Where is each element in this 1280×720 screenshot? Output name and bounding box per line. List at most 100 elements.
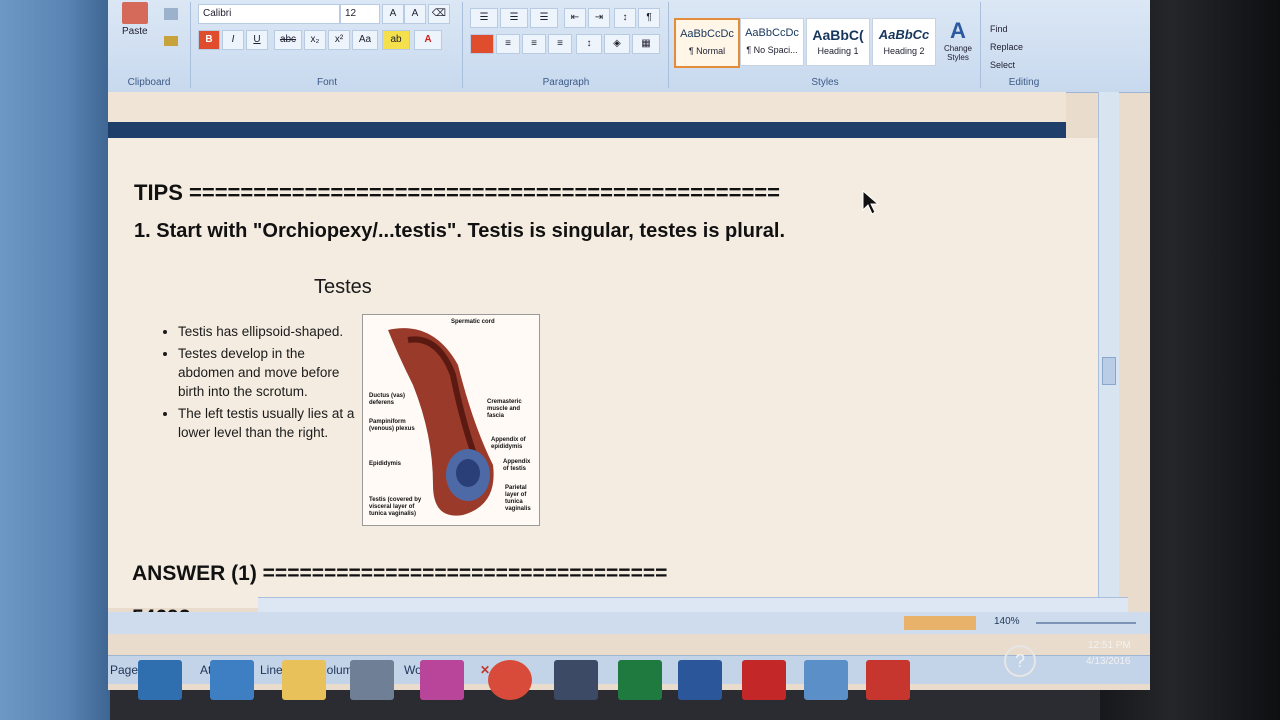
paragraph-group-label: Paragraph	[542, 77, 590, 88]
answer-heading: ANSWER (1) =============================…	[132, 562, 668, 585]
chrome-icon[interactable]	[488, 660, 532, 700]
show-marks-button[interactable]: ¶	[638, 8, 660, 28]
paragraph-group: ☰ ☰ ☰ ⇤ ⇥ ↕ ¶ ≡ ≡ ≡ ↕ ◈ ▦ Paragraph	[464, 2, 669, 88]
horizontal-scrollbar[interactable]	[258, 597, 1128, 612]
styles-group: AaBbCcDc ¶ Normal AaBbCcDc ¶ No Spaci...…	[670, 2, 981, 88]
style-heading-1[interactable]: AaBbC( Heading 1	[806, 18, 870, 66]
font-color-button[interactable]: A	[414, 30, 442, 50]
rocket-icon[interactable]	[210, 660, 254, 700]
sort-button[interactable]: ↕	[614, 8, 636, 28]
increase-indent-button[interactable]: ⇥	[588, 8, 610, 28]
word-window: Paste Clipboard Calibri 12 A A ⌫ B I U a…	[108, 0, 1150, 690]
decrease-indent-button[interactable]: ⇤	[564, 8, 586, 28]
audio-editor-icon[interactable]	[742, 660, 786, 700]
superscript-button[interactable]: x²	[328, 30, 350, 50]
editing-group-label: Editing	[1008, 77, 1040, 88]
zoom-slider[interactable]	[1036, 622, 1136, 624]
bold-button[interactable]: B	[198, 30, 220, 50]
help-icon[interactable]: ?	[1004, 645, 1036, 677]
slide-title: Testes	[314, 276, 372, 298]
tray-date[interactable]: 4/13/2016	[1086, 656, 1131, 667]
style-normal-preview: AaBbCcDc	[680, 28, 734, 40]
label-appendix-testis: Appendix of testis	[503, 459, 531, 472]
label-ductus: Ductus (vas) deferens	[369, 393, 406, 406]
clipboard-group-label: Clipboard	[127, 77, 171, 88]
line-spacing-button[interactable]: ↕	[576, 34, 602, 54]
clipboard-group: Paste Clipboard	[108, 2, 191, 88]
font-size-select[interactable]: 12	[340, 4, 380, 24]
calculator-icon[interactable]	[350, 660, 394, 700]
italic-button[interactable]: I	[222, 30, 244, 50]
network-icon[interactable]	[804, 660, 848, 700]
mouse-cursor-icon	[862, 190, 880, 215]
list-item: Testes develop in the abdomen and move b…	[178, 344, 358, 401]
multilevel-list-button[interactable]: ☰	[530, 8, 558, 28]
style-no-spacing[interactable]: AaBbCcDc ¶ No Spaci...	[740, 18, 804, 66]
view-bar: 140%	[108, 612, 1150, 634]
format-painter-icon[interactable]	[164, 36, 178, 46]
style-heading-2-preview: AaBbCc	[878, 27, 930, 42]
bullets-button[interactable]: ☰	[470, 8, 498, 28]
internet-explorer-icon[interactable]	[138, 660, 182, 700]
replace-button[interactable]: Replace	[990, 42, 1023, 52]
style-normal-name: ¶ Normal	[688, 46, 726, 56]
scrollbar-thumb[interactable]	[1102, 357, 1116, 385]
paste-button[interactable]: Paste	[122, 26, 148, 37]
subscript-button[interactable]: x₂	[304, 30, 326, 50]
change-styles-icon: A	[950, 18, 966, 43]
underline-button[interactable]: U	[246, 30, 268, 50]
font-group: Calibri 12 A A ⌫ B I U abc x₂ x² Aa ab A…	[192, 2, 463, 88]
vertical-scrollbar[interactable]	[1098, 92, 1119, 612]
editing-group: Find Replace Select Editing	[982, 2, 1066, 88]
font-name-select[interactable]: Calibri	[198, 4, 340, 24]
copy-icon[interactable]	[164, 8, 178, 20]
acrobat-icon[interactable]	[866, 660, 910, 700]
font-group-label: Font	[316, 77, 337, 88]
ribbon: Paste Clipboard Calibri 12 A A ⌫ B I U a…	[108, 0, 1150, 93]
media-icon[interactable]	[554, 660, 598, 700]
change-styles-button[interactable]: A Change Styles	[940, 18, 976, 62]
monitor-bezel-left	[0, 0, 110, 720]
paste-icon[interactable]	[122, 2, 148, 24]
list-item: The left testis usually lies at a lower …	[178, 404, 358, 442]
word-icon[interactable]	[678, 660, 722, 700]
tips-heading: TIPS ===================================…	[134, 180, 781, 205]
label-epididymis: Epididymis	[369, 461, 402, 467]
clear-format-button[interactable]: ⌫	[428, 4, 450, 24]
align-right-button[interactable]: ≡	[522, 34, 546, 54]
testis-anatomy-figure[interactable]: Spermatic cord Ductus (vas) deferens Pam…	[362, 314, 540, 526]
slide-bullets: Testis has ellipsoid-shaped. Testes deve…	[164, 322, 358, 445]
strikethrough-button[interactable]: abc	[274, 30, 302, 50]
paint-icon[interactable]	[420, 660, 464, 700]
file-explorer-icon[interactable]	[282, 660, 326, 700]
find-button[interactable]: Find	[990, 24, 1008, 34]
excel-icon[interactable]	[618, 660, 662, 700]
label-pampiniform: Pampiniform (venous) plexus	[369, 419, 415, 432]
numbering-button[interactable]: ☰	[500, 8, 528, 28]
label-appendix-epididymis: Appendix of epididymis	[491, 437, 526, 450]
style-heading-1-name: Heading 1	[817, 46, 859, 56]
shading-button[interactable]: ◈	[604, 34, 630, 54]
tray-time[interactable]: 12:51 PM	[1088, 640, 1131, 651]
style-heading-2-name: Heading 2	[883, 46, 925, 56]
justify-button[interactable]: ≡	[548, 34, 572, 54]
zoom-level[interactable]: 140%	[994, 616, 1020, 627]
select-button[interactable]: Select	[990, 60, 1015, 70]
label-spermatic-cord: Spermatic cord	[451, 319, 495, 325]
style-no-spacing-preview: AaBbCcDc	[745, 27, 799, 39]
view-buttons[interactable]	[904, 616, 976, 630]
highlight-button[interactable]: ab	[382, 30, 410, 50]
change-case-button[interactable]: Aa	[352, 30, 378, 50]
shrink-font-button[interactable]: A	[404, 4, 426, 24]
change-styles-label: Change Styles	[943, 44, 973, 62]
tip-1: 1. Start with "Orchiopexy/...testis". Te…	[134, 220, 786, 242]
label-testis-covered: Testis (covered by visceral layer of tun…	[369, 497, 422, 517]
styles-group-label: Styles	[811, 77, 839, 88]
style-normal[interactable]: AaBbCcDc ¶ Normal	[674, 18, 740, 68]
style-heading-2[interactable]: AaBbCc Heading 2	[872, 18, 936, 66]
grow-font-button[interactable]: A	[382, 4, 404, 24]
align-center-button[interactable]: ≡	[496, 34, 520, 54]
label-cremasteric: Cremasteric muscle and fascia	[487, 399, 522, 419]
align-left-button[interactable]	[470, 34, 494, 54]
borders-button[interactable]: ▦	[632, 34, 660, 54]
